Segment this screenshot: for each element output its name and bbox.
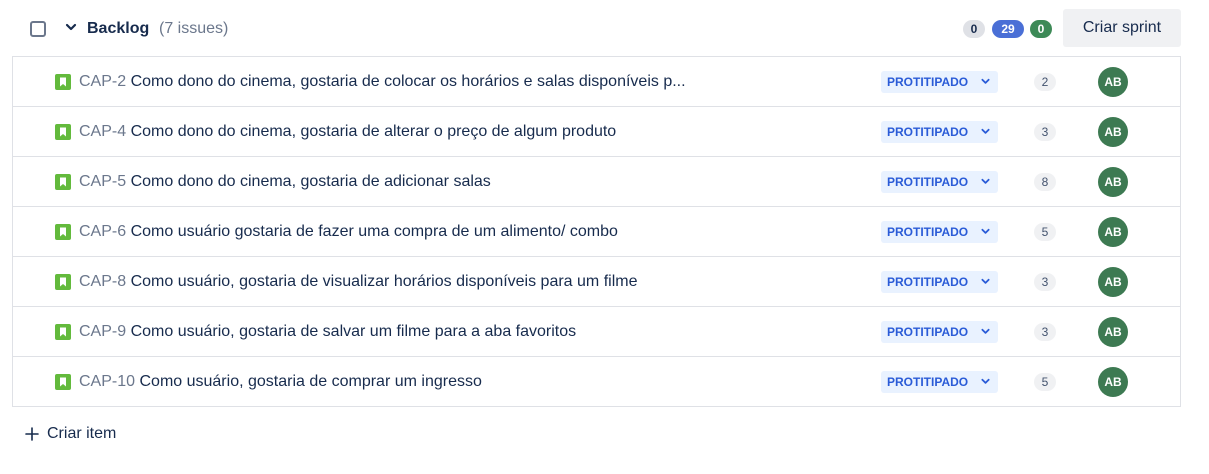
story-bookmark-icon: [55, 324, 71, 340]
issue-key[interactable]: CAP-6: [79, 223, 126, 240]
status-label: PROTITIPADO: [887, 275, 969, 289]
issue-row[interactable]: CAP-4 Como dono do cinema, gostaria de a…: [13, 107, 1180, 157]
issue-summary[interactable]: CAP-8 Como usuário, gostaria de visualiz…: [79, 272, 637, 292]
assignee-avatar[interactable]: AB: [1098, 217, 1128, 247]
chevron-down-icon[interactable]: [64, 20, 78, 34]
issue-key[interactable]: CAP-9: [79, 323, 126, 340]
issue-summary[interactable]: CAP-6 Como usuário gostaria de fazer uma…: [79, 222, 618, 242]
chevron-down-icon: [981, 78, 990, 84]
status-dropdown[interactable]: PROTITIPADO: [881, 121, 998, 143]
create-item-label: Criar item: [47, 425, 117, 442]
story-points-badge: 5: [1034, 223, 1056, 241]
issue-row[interactable]: CAP-8 Como usuário, gostaria de visualiz…: [13, 257, 1180, 307]
status-dropdown[interactable]: PROTITIPADO: [881, 271, 998, 293]
issue-key[interactable]: CAP-5: [79, 173, 126, 190]
issue-summary-text: Como dono do cinema, gostaria de alterar…: [130, 123, 617, 140]
issue-summary[interactable]: CAP-5 Como dono do cinema, gostaria de a…: [79, 172, 491, 192]
issue-summary[interactable]: CAP-4 Como dono do cinema, gostaria de a…: [79, 122, 616, 142]
issue-row[interactable]: CAP-6 Como usuário gostaria de fazer uma…: [13, 207, 1180, 257]
create-item-button[interactable]: Criar item: [24, 423, 116, 445]
assignee-avatar[interactable]: AB: [1098, 167, 1128, 197]
story-points-badge: 3: [1034, 273, 1056, 291]
assignee-avatar[interactable]: AB: [1098, 117, 1128, 147]
chevron-down-icon: [981, 378, 990, 384]
backlog-title: Backlog: [87, 20, 150, 37]
create-sprint-button[interactable]: Criar sprint: [1063, 9, 1181, 47]
status-label: PROTITIPADO: [887, 225, 969, 239]
story-points-badge: 3: [1034, 323, 1056, 341]
story-bookmark-icon: [55, 74, 71, 90]
issue-row[interactable]: CAP-10 Como usuário, gostaria de comprar…: [13, 357, 1180, 407]
status-dropdown[interactable]: PROTITIPADO: [881, 171, 998, 193]
status-dropdown[interactable]: PROTITIPADO: [881, 321, 998, 343]
story-points-badge: 2: [1034, 73, 1056, 91]
status-dropdown[interactable]: PROTITIPADO: [881, 221, 998, 243]
status-dropdown[interactable]: PROTITIPADO: [881, 371, 998, 393]
status-dropdown[interactable]: PROTITIPADO: [881, 71, 998, 93]
in-progress-count-badge: 29: [992, 20, 1024, 38]
issue-list: CAP-2 Como dono do cinema, gostaria de c…: [12, 56, 1181, 407]
issue-count: (7 issues): [159, 20, 229, 37]
issue-summary[interactable]: CAP-2 Como dono do cinema, gostaria de c…: [79, 72, 686, 92]
backlog-header: Backlog (7 issues) 0 29 0 Criar sprint: [0, 0, 1209, 58]
assignee-avatar[interactable]: AB: [1098, 367, 1128, 397]
issue-row[interactable]: CAP-9 Como usuário, gostaria de salvar u…: [13, 307, 1180, 357]
issue-summary-text: Como usuário gostaria de fazer uma compr…: [130, 223, 618, 240]
issue-summary-text: Como usuário, gostaria de salvar um film…: [130, 323, 577, 340]
chevron-down-icon: [981, 278, 990, 284]
status-label: PROTITIPADO: [887, 375, 969, 389]
plus-icon: [25, 427, 39, 441]
issue-key[interactable]: CAP-4: [79, 123, 126, 140]
issue-summary-text: Como dono do cinema, gostaria de adicion…: [130, 173, 491, 190]
story-bookmark-icon: [55, 174, 71, 190]
story-bookmark-icon: [55, 224, 71, 240]
issue-summary-text: Como usuário, gostaria de visualizar hor…: [130, 273, 638, 290]
select-all-checkbox[interactable]: [30, 21, 46, 37]
chevron-down-icon: [981, 228, 990, 234]
chevron-down-icon: [981, 178, 990, 184]
chevron-down-icon: [981, 128, 990, 134]
status-label: PROTITIPADO: [887, 75, 969, 89]
status-label: PROTITIPADO: [887, 175, 969, 189]
issue-row[interactable]: CAP-5 Como dono do cinema, gostaria de a…: [13, 157, 1180, 207]
issue-summary-text: Como dono do cinema, gostaria de colocar…: [130, 73, 686, 90]
issue-row[interactable]: CAP-2 Como dono do cinema, gostaria de c…: [13, 57, 1180, 107]
assignee-avatar[interactable]: AB: [1098, 267, 1128, 297]
story-bookmark-icon: [55, 374, 71, 390]
story-bookmark-icon: [55, 274, 71, 290]
story-points-badge: 5: [1034, 373, 1056, 391]
issue-summary[interactable]: CAP-10 Como usuário, gostaria de comprar…: [79, 372, 482, 392]
issue-summary-text: Como usuário, gostaria de comprar um ing…: [139, 373, 482, 390]
story-points-badge: 3: [1034, 123, 1056, 141]
status-label: PROTITIPADO: [887, 325, 969, 339]
assignee-avatar[interactable]: AB: [1098, 67, 1128, 97]
done-count-badge: 0: [1030, 20, 1052, 38]
status-label: PROTITIPADO: [887, 125, 969, 139]
story-bookmark-icon: [55, 124, 71, 140]
assignee-avatar[interactable]: AB: [1098, 317, 1128, 347]
issue-key[interactable]: CAP-8: [79, 273, 126, 290]
issue-key[interactable]: CAP-10: [79, 373, 135, 390]
story-points-badge: 8: [1034, 173, 1056, 191]
issue-key[interactable]: CAP-2: [79, 73, 126, 90]
todo-count-badge: 0: [963, 20, 985, 38]
chevron-down-icon: [981, 328, 990, 334]
issue-summary[interactable]: CAP-9 Como usuário, gostaria de salvar u…: [79, 322, 576, 342]
